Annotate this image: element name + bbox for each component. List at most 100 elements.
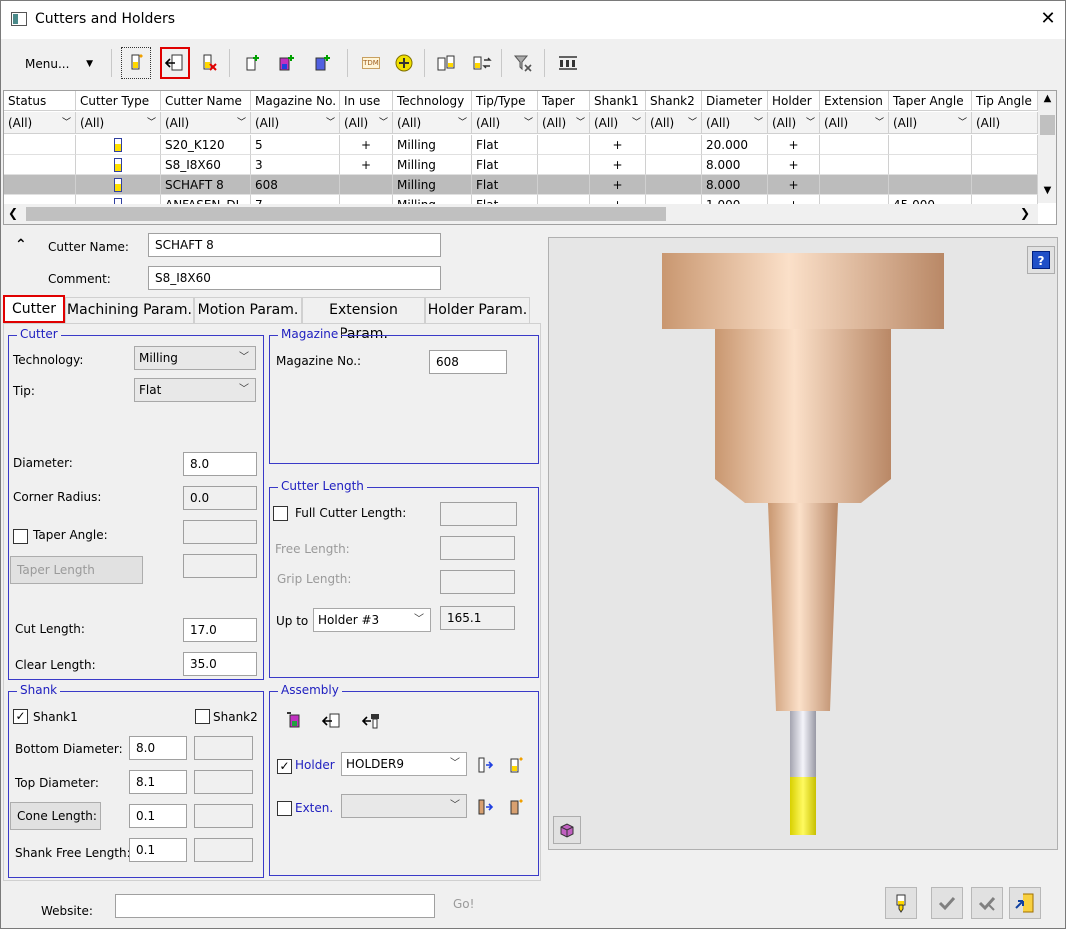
column-header-cutter-name[interactable]: Cutter Name — [161, 91, 251, 111]
filter-cutter-type[interactable]: (All) ﹀ — [76, 112, 161, 134]
table-cell-taper[interactable] — [538, 155, 590, 175]
filter-taper-angle[interactable]: (All) ﹀ — [889, 112, 972, 134]
column-header-holder[interactable]: Holder — [768, 91, 820, 111]
column-header-status[interactable]: Status — [4, 91, 76, 111]
columns-button[interactable] — [553, 47, 583, 79]
shank2-checkbox[interactable] — [195, 709, 210, 724]
table-cell-magazine[interactable]: 5 — [251, 135, 340, 155]
table-cell-tip-type[interactable]: Flat — [472, 175, 538, 195]
cutter-name-input[interactable]: SCHAFT 8 — [148, 233, 441, 257]
free-length-input[interactable] — [440, 536, 515, 560]
comment-input[interactable]: S8_I8X60 — [148, 266, 441, 290]
go-button[interactable]: Go! — [453, 897, 474, 911]
table-cell-status[interactable] — [4, 135, 76, 155]
top-diameter2-input[interactable] — [194, 770, 253, 794]
table-cell-technology[interactable]: Milling — [393, 175, 472, 195]
technology-select[interactable]: Milling ﹀ — [134, 346, 256, 370]
table-cell-tip-angle[interactable] — [972, 155, 1038, 175]
filter-cutter-name[interactable]: (All) ﹀ — [161, 112, 251, 134]
colored-holder-button[interactable] — [271, 47, 301, 79]
scroll-up-icon[interactable]: ▲ — [1038, 93, 1056, 104]
exit-button[interactable] — [1009, 887, 1041, 919]
filter-diameter[interactable]: (All) ﹀ — [702, 112, 768, 134]
tab-holder-param[interactable]: Holder Param. — [425, 297, 530, 323]
assembly-export-button[interactable] — [361, 711, 383, 731]
table-cell-tip-type[interactable]: Flat — [472, 155, 538, 175]
clear-length-input[interactable]: 35.0 — [183, 652, 257, 676]
filter-extension[interactable]: (All) ﹀ — [820, 112, 889, 134]
add-circle-button[interactable] — [389, 47, 419, 79]
shank-free-length-input[interactable]: 0.1 — [129, 838, 187, 862]
table-cell-in-use[interactable]: + — [340, 135, 393, 155]
diameter-input[interactable]: 8.0 — [183, 452, 257, 476]
table-cell-status[interactable] — [4, 175, 76, 195]
exten-checkbox[interactable] — [277, 801, 292, 816]
column-header-technology[interactable]: Technology — [393, 91, 472, 111]
holder-new-button[interactable] — [507, 755, 525, 775]
holder-check-button[interactable] — [307, 47, 337, 79]
scroll-thumb[interactable] — [1040, 115, 1055, 135]
scroll-left-icon[interactable]: ❮ — [8, 206, 18, 220]
swap-cutter-button[interactable] — [467, 47, 497, 79]
vertical-scrollbar[interactable]: ▲ ▼ — [1038, 91, 1056, 203]
table-cell-tip-type[interactable]: Flat — [472, 135, 538, 155]
table-cell-technology[interactable]: Milling — [393, 135, 472, 155]
column-header-cutter-type[interactable]: Cutter Type — [76, 91, 161, 111]
tool-button[interactable] — [885, 887, 917, 919]
holder-select[interactable]: HOLDER9 ﹀ — [341, 752, 467, 776]
column-header-extension[interactable]: Extension — [820, 91, 889, 111]
table-cell-cutter-type[interactable] — [76, 175, 161, 195]
column-header-diameter[interactable]: Diameter — [702, 91, 768, 111]
magazine-no-input[interactable]: 608 — [429, 350, 507, 374]
tab-motion-param[interactable]: Motion Param. — [194, 297, 302, 323]
table-cell-shank1[interactable]: + — [590, 155, 646, 175]
grip-length-input[interactable] — [440, 570, 515, 594]
tab-cutter[interactable]: Cutter — [3, 295, 65, 323]
table-cell-shank2[interactable] — [646, 155, 702, 175]
bottom-diameter2-input[interactable] — [194, 736, 253, 760]
table-cell-taper[interactable] — [538, 175, 590, 195]
column-header-shank2[interactable]: Shank2 — [646, 91, 702, 111]
table-cell-magazine[interactable]: 608 — [251, 175, 340, 195]
table-cell-taper[interactable] — [538, 135, 590, 155]
table-cell-holder[interactable]: + — [768, 175, 820, 195]
column-header-shank1[interactable]: Shank1 — [590, 91, 646, 111]
tip-select[interactable]: Flat ﹀ — [134, 378, 256, 402]
full-cutter-length-input[interactable] — [440, 502, 517, 526]
column-header-tip-angle[interactable]: Tip Angle — [972, 91, 1038, 111]
new-cutter-button[interactable] — [121, 47, 151, 79]
collapse-icon[interactable]: ⌃ — [15, 237, 27, 253]
table-cell-holder[interactable]: + — [768, 135, 820, 155]
close-icon[interactable]: ✕ — [1037, 7, 1059, 31]
holder-checkbox[interactable]: ✓ — [277, 759, 292, 774]
filter-status[interactable]: (All) ﹀ — [4, 112, 76, 134]
apply-button[interactable] — [971, 887, 1003, 919]
top-diameter-input[interactable]: 8.1 — [129, 770, 187, 794]
assembly-import-button[interactable] — [321, 711, 343, 731]
exten-select[interactable]: ﹀ — [341, 794, 467, 818]
shank-free-length2-input[interactable] — [194, 838, 253, 862]
tab-extension-param[interactable]: Extension Param. — [302, 297, 425, 342]
table-cell-status[interactable] — [4, 155, 76, 175]
ok-button[interactable] — [931, 887, 963, 919]
clear-filter-button[interactable] — [508, 47, 538, 79]
table-cell-cutter-name[interactable]: SCHAFT 8 — [161, 175, 251, 195]
table-cell-shank1[interactable]: + — [590, 175, 646, 195]
up-to-select[interactable]: Holder #3 ﹀ — [313, 608, 431, 632]
cone-length-input[interactable]: 0.1 — [129, 804, 187, 828]
help-button[interactable]: ? — [1027, 246, 1055, 274]
bottom-diameter-input[interactable]: 8.0 — [129, 736, 187, 760]
table-cell-holder[interactable]: + — [768, 155, 820, 175]
column-header-magazine[interactable]: Magazine No. — [251, 91, 340, 111]
exten-load-button[interactable] — [476, 797, 494, 817]
table-cell-cutter-type[interactable] — [76, 135, 161, 155]
filter-technology[interactable]: (All) ﹀ — [393, 112, 472, 134]
tdm-button[interactable]: TDM — [356, 47, 386, 79]
up-to-length-input[interactable]: 165.1 — [440, 606, 515, 630]
table-cell-taper-angle[interactable] — [889, 175, 972, 195]
delete-cutter-button[interactable] — [194, 47, 224, 79]
column-header-taper-angle[interactable]: Taper Angle — [889, 91, 972, 111]
tab-machining-param[interactable]: Machining Param. — [65, 297, 194, 323]
filter-tip-angle[interactable]: (All) — [972, 112, 1038, 134]
hscroll-thumb[interactable] — [26, 207, 666, 221]
